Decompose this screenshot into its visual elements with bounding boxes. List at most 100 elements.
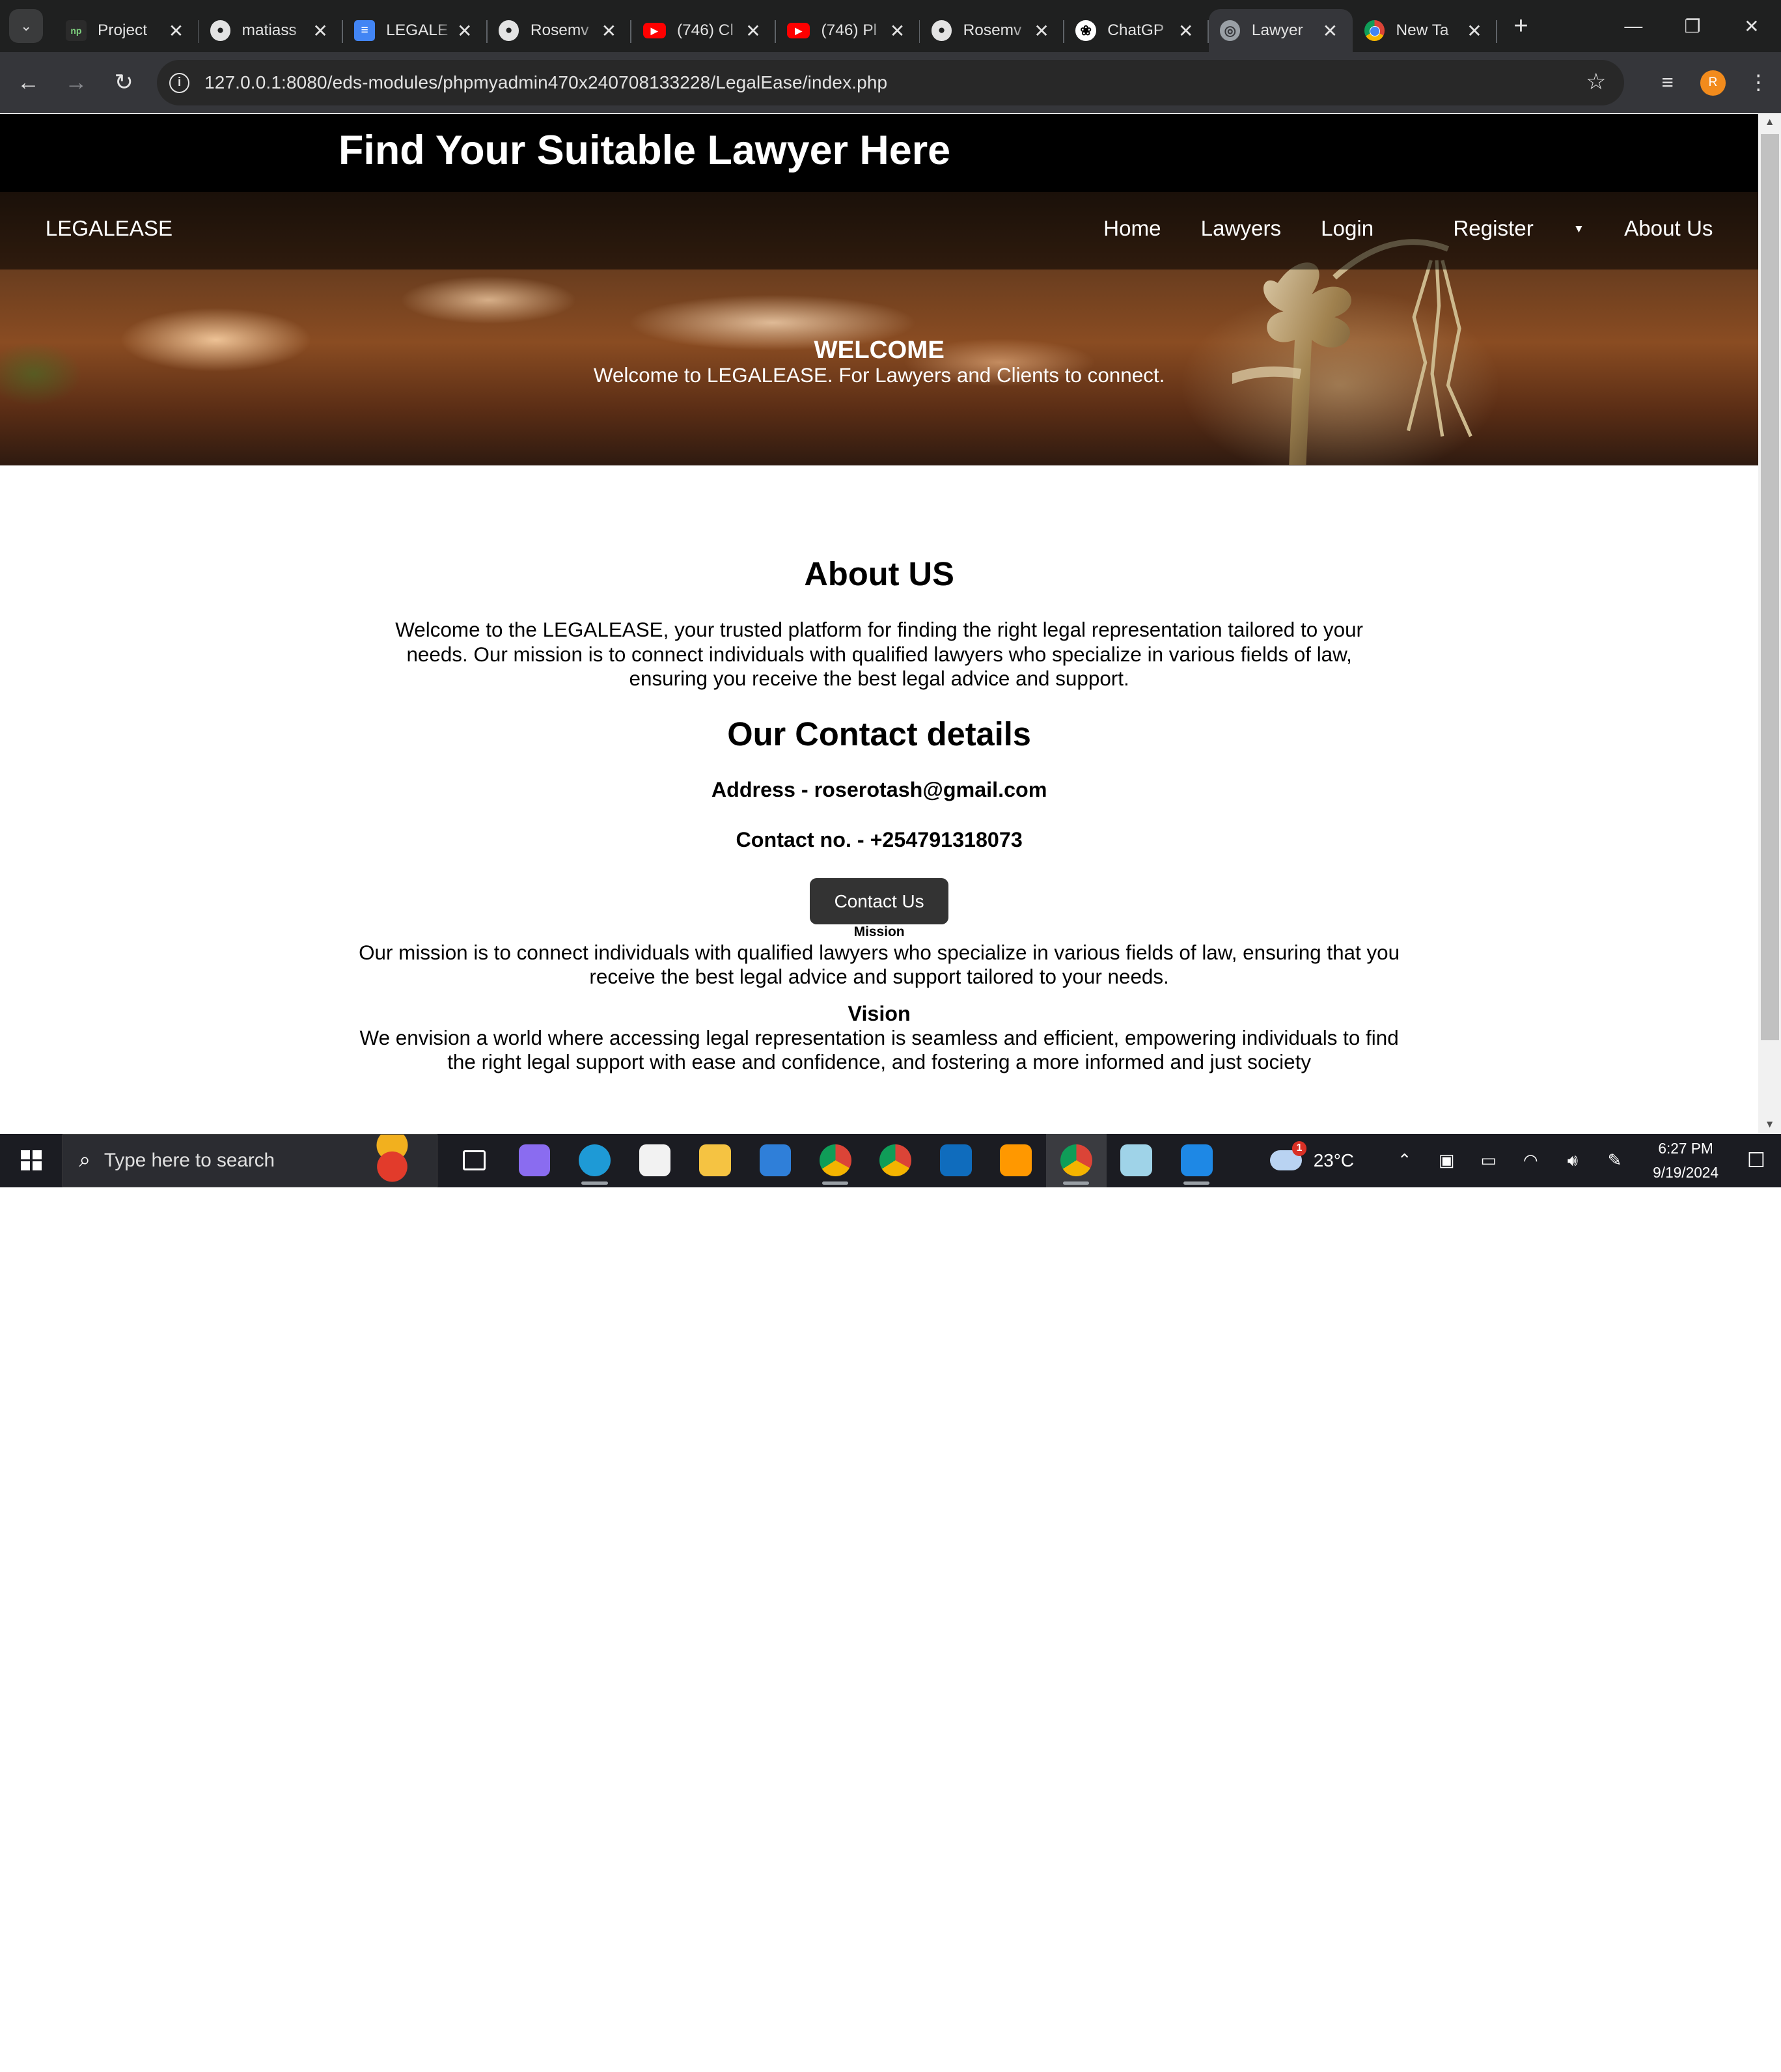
close-tab-icon[interactable]: ✕	[744, 20, 762, 42]
close-tab-icon[interactable]: ✕	[1177, 20, 1195, 42]
file-explorer-icon[interactable]	[685, 1134, 745, 1187]
browser-tab[interactable]: ● Rosemv ✕	[488, 9, 632, 52]
scroll-up-icon[interactable]: ▲	[1758, 114, 1781, 132]
chrome-beta-icon[interactable]	[866, 1134, 926, 1187]
outlook-icon[interactable]	[926, 1134, 986, 1187]
browser-tab[interactable]: ▶ (746) Cl ✕	[631, 9, 776, 52]
system-tray: 1 23°C ⌃ ▣ ▭ ◠ 🔊︎ ✎ 6:27 PM 9/19/2024 ☐	[1270, 1134, 1781, 1187]
pen-icon[interactable]: ✎	[1594, 1150, 1636, 1170]
chatgpt-icon: ❀	[1075, 20, 1096, 41]
restore-button[interactable]: ❐	[1663, 0, 1722, 52]
site-brand-link[interactable]: LEGALEASE	[46, 217, 173, 242]
mission-text: Our mission is to connect individuals wi…	[359, 941, 1400, 989]
browser-tab[interactable]: ▶ (746) Pl ✕	[776, 9, 920, 52]
welcome-subtitle: Welcome to LEGALEASE. For Lawyers and Cl…	[593, 364, 1165, 387]
bookmark-star-icon[interactable]: ☆	[1586, 69, 1606, 95]
web-page: Find Your Suitable Lawyer Here LEGALEASE…	[0, 113, 1759, 1134]
close-tab-icon[interactable]: ✕	[889, 20, 907, 42]
volume-icon[interactable]: 🔊︎	[1552, 1150, 1594, 1171]
close-tab-icon[interactable]: ✕	[1465, 20, 1484, 42]
nav-register-dropdown[interactable]: Register ▼	[1413, 217, 1584, 242]
wifi-icon[interactable]: ◠	[1510, 1150, 1552, 1170]
media-control-icon[interactable]: ≡	[1645, 60, 1691, 105]
browser-tab[interactable]: ≡ LEGALE ✕	[343, 9, 488, 52]
menu-kebab-icon[interactable]: ⋮	[1735, 60, 1781, 105]
close-tab-icon[interactable]: ✕	[456, 20, 474, 42]
chrome-icon	[1364, 20, 1385, 41]
tab-title: Project	[98, 21, 148, 40]
scroll-down-icon[interactable]: ▼	[1758, 1116, 1781, 1134]
chrome-icon[interactable]	[805, 1134, 865, 1187]
forward-button[interactable]: →	[57, 64, 95, 102]
nav-home-link[interactable]: Home	[1103, 217, 1161, 242]
search-icon: ⌕	[79, 1148, 90, 1171]
close-window-button[interactable]: ✕	[1722, 0, 1781, 52]
scrollbar-thumb[interactable]	[1760, 133, 1779, 1041]
search-highlight-icon[interactable]	[364, 1134, 421, 1187]
taskbar-search-box[interactable]: ⌕ Type here to search	[62, 1133, 437, 1187]
browser-tab[interactable]: ❀ ChatGP ✕	[1064, 9, 1209, 52]
notifications-icon[interactable]: ☐	[1731, 1149, 1781, 1172]
chevron-up-icon[interactable]: ⌃	[1383, 1150, 1426, 1170]
avatar: R	[1700, 70, 1726, 96]
browser-tab[interactable]: np Project ✕	[55, 9, 199, 52]
notepad-icon[interactable]	[1107, 1134, 1167, 1187]
meet-now-icon[interactable]: ▣	[1426, 1150, 1468, 1170]
browser-tab[interactable]: ● Rosemv ✕	[920, 9, 1064, 52]
site-info-icon[interactable]: i	[169, 72, 190, 94]
minimize-button[interactable]: —	[1604, 0, 1663, 52]
close-tab-icon[interactable]: ✕	[311, 20, 329, 42]
start-button[interactable]	[0, 1134, 62, 1187]
site-header: Find Your Suitable Lawyer Here	[0, 113, 1759, 192]
address-bar[interactable]: i 127.0.0.1:8080/eds-modules/phpmyadmin4…	[156, 60, 1625, 106]
copilot-icon[interactable]	[504, 1134, 564, 1187]
tab-title: New Ta	[1396, 21, 1449, 40]
back-button[interactable]: ←	[9, 64, 48, 102]
github-icon: ●	[931, 20, 952, 41]
github-icon: ●	[499, 20, 519, 41]
contact-address: Address - roserotash@gmail.com	[711, 778, 1047, 802]
browser-tab[interactable]: New Ta ✕	[1353, 9, 1497, 52]
browser-toolbar: ← → ↻ i 127.0.0.1:8080/eds-modules/phpmy…	[0, 52, 1781, 114]
caret-down-icon: ▼	[1573, 222, 1585, 236]
task-view-icon[interactable]	[444, 1134, 504, 1187]
microsoft-store-icon[interactable]	[625, 1134, 685, 1187]
close-tab-icon[interactable]: ✕	[600, 20, 618, 42]
nav-login-link[interactable]: Login	[1321, 217, 1374, 242]
sublime-text-icon[interactable]	[986, 1134, 1046, 1187]
tab-search-button[interactable]: ⌄	[8, 8, 44, 44]
edge-icon[interactable]	[564, 1134, 624, 1187]
clock-time: 6:27 PM	[1658, 1139, 1713, 1157]
browser-tab[interactable]: ◎ Lawyer ✕	[1208, 8, 1353, 53]
vscode-icon[interactable]	[1167, 1134, 1226, 1187]
app-glyph	[1180, 1144, 1213, 1176]
app-glyph	[1060, 1144, 1092, 1176]
vision-text: We envision a world where accessing lega…	[359, 1026, 1399, 1074]
contact-us-button[interactable]: Contact Us	[810, 877, 949, 925]
browser-tab[interactable]: ● matiass ✕	[199, 9, 343, 52]
close-tab-icon[interactable]: ✕	[167, 20, 186, 42]
profile-button[interactable]: R	[1691, 60, 1736, 105]
weather-widget[interactable]: 1 23°C	[1270, 1140, 1354, 1171]
reload-button[interactable]: ↻	[105, 64, 143, 102]
close-tab-icon[interactable]: ✕	[1321, 20, 1339, 42]
contact-heading: Our Contact details	[727, 715, 1031, 753]
nav-about-link[interactable]: About Us	[1624, 217, 1713, 242]
page-scrollbar[interactable]: ▲ ▼	[1758, 113, 1781, 1134]
mail-icon[interactable]	[745, 1134, 805, 1187]
clock[interactable]: 6:27 PM 9/19/2024	[1640, 1137, 1732, 1184]
mission-heading: Mission	[853, 924, 905, 940]
tab-title: LEGALE	[386, 21, 449, 40]
battery-icon[interactable]: ▭	[1468, 1150, 1510, 1170]
weather-badge: 1	[1291, 1140, 1307, 1156]
chrome-profile-icon[interactable]	[1046, 1133, 1107, 1187]
nav-lawyers-link[interactable]: Lawyers	[1201, 217, 1281, 242]
app-glyph	[639, 1144, 671, 1176]
project-favicon-icon: np	[66, 20, 87, 41]
tab-title: Rosemv	[963, 21, 1022, 40]
new-tab-button[interactable]: +	[1506, 11, 1536, 40]
url-text[interactable]: 127.0.0.1:8080/eds-modules/phpmyadmin470…	[204, 72, 887, 93]
close-tab-icon[interactable]: ✕	[1032, 20, 1051, 42]
tab-title: (746) Cl	[676, 21, 734, 40]
site-nav: Home Lawyers Login Register ▼ About Us	[1064, 217, 1713, 242]
